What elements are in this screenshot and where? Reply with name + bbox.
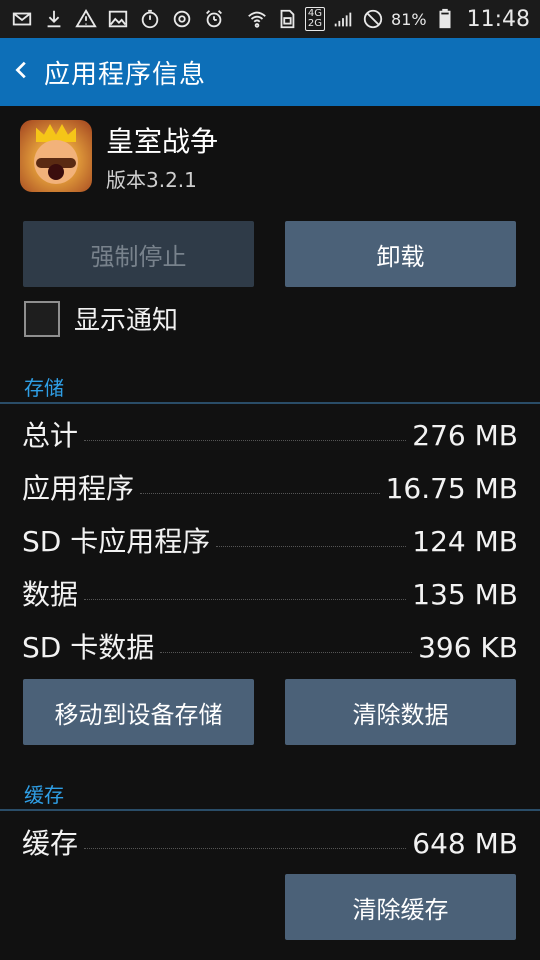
- network-type-badge: 4G 2G: [304, 7, 326, 31]
- cache-row: 缓存 648 MB: [22, 822, 518, 872]
- storage-row-value: 276 MB: [412, 419, 518, 452]
- status-notifications: [0, 7, 226, 31]
- storage-row-value: 135 MB: [412, 578, 518, 611]
- storage-row-sd-data: SD 卡数据 396 KB: [22, 626, 518, 676]
- storage-section-title: 存储: [24, 376, 64, 400]
- image-icon: [106, 7, 130, 31]
- battery-icon: [433, 7, 457, 31]
- app-header: 皇室战争 版本3.2.1: [20, 118, 520, 194]
- storage-row-total: 总计 276 MB: [22, 414, 518, 464]
- show-notifications-label: 显示通知: [74, 306, 179, 336]
- sim-icon: [275, 7, 299, 31]
- storage-row-sd-application: SD 卡应用程序 124 MB: [22, 520, 518, 570]
- force-stop-button[interactable]: 强制停止: [23, 221, 254, 287]
- blocked-icon: [361, 7, 385, 31]
- storage-row-label: 数据: [22, 578, 79, 611]
- storage-row-value: 124 MB: [412, 525, 518, 558]
- wifi-icon: [245, 7, 269, 31]
- cache-row-value: 648 MB: [412, 827, 518, 860]
- app-info-screen: 4G 2G 81% 11:48 应用程序信息 皇室战争 版本3.2.1 强制停止…: [0, 0, 540, 960]
- app-meta: 皇室战争 版本3.2.1: [106, 120, 218, 193]
- battery-percent: 81%: [391, 9, 427, 29]
- show-notifications-checkbox[interactable]: [24, 300, 60, 337]
- clash-royale-app-icon: [20, 120, 92, 192]
- page-title: 应用程序信息: [44, 59, 207, 90]
- signal-icon: [331, 7, 355, 31]
- row-leader-dots: [160, 652, 413, 653]
- cache-row-label: 缓存: [22, 827, 79, 860]
- move-to-device-storage-button[interactable]: 移动到设备存储: [23, 679, 254, 745]
- row-leader-dots: [84, 848, 407, 849]
- alarm-icon: [202, 7, 226, 31]
- chevron-left-icon: [11, 59, 33, 85]
- action-bar: 应用程序信息: [0, 38, 540, 106]
- mail-icon: [10, 7, 34, 31]
- storage-divider: [0, 402, 540, 404]
- clear-data-button[interactable]: 清除数据: [285, 679, 516, 745]
- row-leader-dots: [140, 493, 380, 494]
- storage-row-value: 16.75 MB: [385, 472, 518, 505]
- app-name: 皇室战争: [106, 124, 219, 158]
- storage-row-label: SD 卡应用程序: [22, 525, 211, 558]
- back-button[interactable]: [0, 38, 44, 106]
- download-icon: [42, 7, 66, 31]
- uninstall-button[interactable]: 卸载: [285, 221, 516, 287]
- timer-icon: [138, 7, 162, 31]
- sync-icon: [170, 7, 194, 31]
- row-leader-dots: [84, 599, 407, 600]
- status-system: 4G 2G 81% 11:48: [245, 7, 540, 32]
- storage-row-label: 总计: [22, 419, 79, 452]
- status-bar: 4G 2G 81% 11:48: [0, 0, 540, 38]
- cache-section-title: 缓存: [24, 783, 64, 807]
- clock: 11:48: [466, 6, 530, 32]
- show-notifications-row[interactable]: 显示通知: [24, 300, 178, 337]
- clear-cache-button[interactable]: 清除缓存: [285, 874, 516, 940]
- row-leader-dots: [216, 546, 407, 547]
- row-leader-dots: [84, 440, 407, 441]
- warning-icon: [74, 7, 98, 31]
- storage-row-label: 应用程序: [22, 472, 135, 505]
- storage-row-label: SD 卡数据: [22, 631, 155, 664]
- storage-row-value: 396 KB: [418, 631, 518, 664]
- app-version: 版本3.2.1: [106, 167, 197, 192]
- storage-row-application: 应用程序 16.75 MB: [22, 467, 518, 517]
- storage-row-data: 数据 135 MB: [22, 573, 518, 623]
- network-2g-label: 2G: [307, 18, 323, 29]
- cache-divider: [0, 809, 540, 811]
